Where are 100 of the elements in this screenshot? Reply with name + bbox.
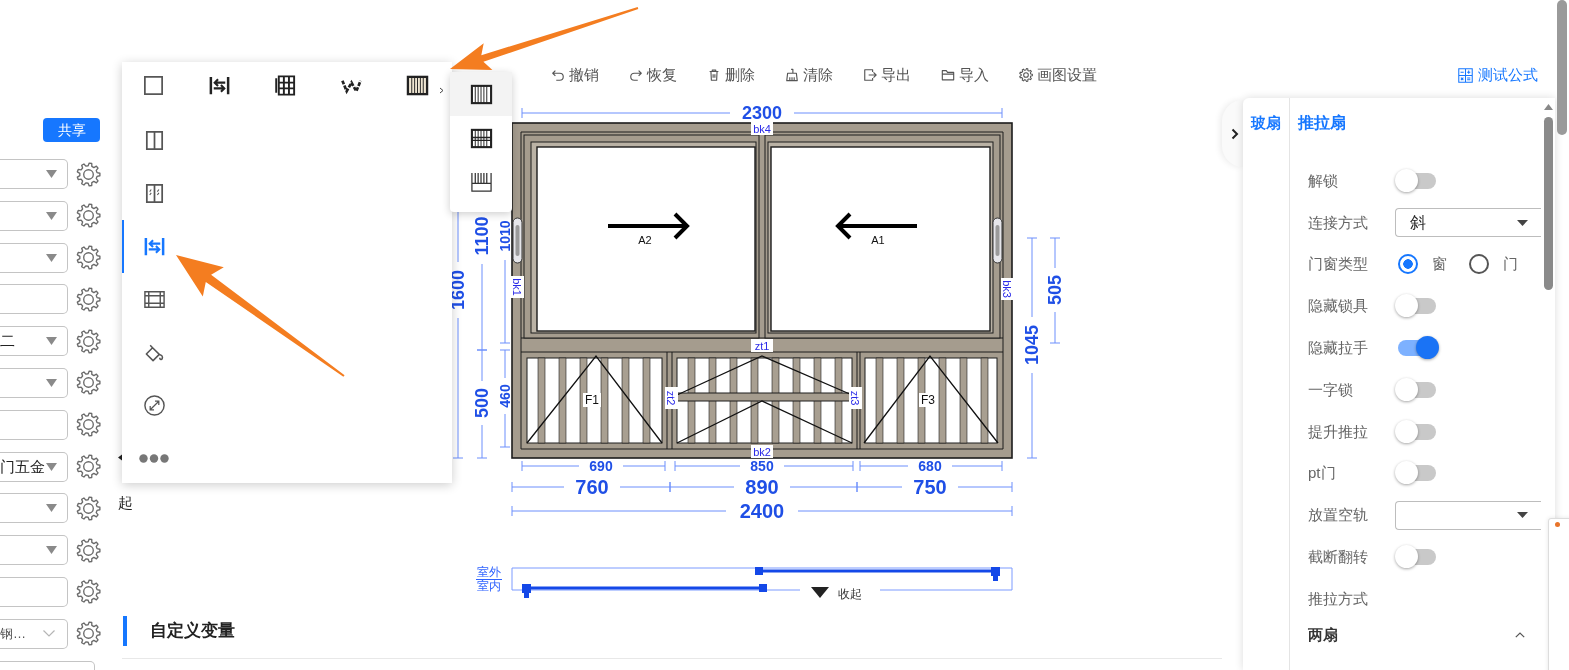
collapse-button[interactable]: 收起 [811,587,862,601]
settings-icon[interactable] [76,454,101,480]
scrollbar-thumb[interactable] [1543,117,1553,290]
dimension-label: 460 [497,384,514,408]
toolbar-button[interactable]: 恢复 [629,65,677,85]
caret-down-icon [46,546,57,555]
field-label: 解锁 [1308,171,1339,190]
select-field[interactable] [1395,500,1541,530]
collapse-label[interactable]: 起 [118,494,133,511]
frame-tag: bk3 [1001,278,1014,300]
settings-icon[interactable] [76,412,101,438]
grid-window-icon [273,73,297,97]
chevron-right-icon [1230,127,1239,140]
select-field[interactable] [0,242,68,273]
caret-down-icon [811,587,829,598]
folder-icon [941,68,955,82]
select-field[interactable] [0,159,68,189]
dimension-label: 680 [918,458,942,475]
radio-button[interactable] [1469,254,1489,275]
settings-icon[interactable] [76,161,101,187]
settings-icon[interactable] [76,286,101,312]
field-label: pt门 [1308,464,1337,483]
settings-icon[interactable] [76,328,101,354]
input-field[interactable] [0,409,68,440]
dimension-label: 760 [575,476,609,499]
select-field[interactable]: 门五金 [0,451,68,482]
more-icon [139,453,169,463]
radio-label[interactable]: 窗 [1432,255,1447,274]
bars-with-band-icon [469,126,493,150]
caret-down-icon [1517,512,1528,519]
select-field[interactable] [0,368,68,398]
dimension-label: 750 [913,476,947,499]
toolbar-button[interactable]: 撤销 [551,65,599,85]
sash-label: A2 [638,234,652,246]
field-label: 截断翻转 [1308,548,1369,567]
dimension-label: 505 [1045,275,1066,305]
panel-title: 推拉扇 [1298,114,1347,132]
scroll-up-arrow-icon[interactable] [1543,104,1553,110]
open-bars-icon [469,170,493,194]
dimension-label: 850 [750,458,774,475]
select-field[interactable] [0,200,68,231]
select-field[interactable] [0,493,68,524]
select-field[interactable]: 斜 [1395,208,1541,238]
export-icon [863,68,877,82]
panel-tab[interactable]: 玻扇 [1251,114,1281,132]
caret-down-icon [46,379,57,387]
dimension-label: 1100 [472,216,493,256]
settings-icon[interactable] [76,245,101,271]
settings-icon[interactable] [76,495,101,521]
input-field[interactable] [0,284,68,315]
select-field[interactable] [0,535,68,566]
caret-down-icon [46,253,57,262]
caret-down-icon [46,504,57,513]
settings-icon[interactable] [76,579,101,605]
caret-down-icon [46,211,57,220]
square-icon [141,73,165,97]
field-label: 一字锁 [1308,380,1354,399]
side-label: 室外 [477,565,501,579]
radio-button[interactable] [1398,254,1418,275]
select-field[interactable]: 钢… [0,618,68,649]
toolbar-button[interactable]: 导入 [941,65,989,85]
chevron-up-icon[interactable] [1515,631,1525,638]
caret-down-icon [1517,219,1528,226]
settings-icon[interactable] [76,203,101,229]
field-label: 提升推拉 [1308,422,1369,441]
toolbar-button[interactable]: 清除 [785,65,833,85]
frame-tag: zt3 [849,387,862,409]
calculator-icon [1457,66,1474,84]
dot-icon [1555,522,1560,527]
settings-icon[interactable] [76,537,101,563]
select-field[interactable]: 二 [0,326,68,357]
settings-icon [1019,68,1033,82]
radio-label[interactable]: 门 [1503,255,1518,274]
menu-item[interactable] [450,72,512,116]
panel-label: F3 [919,393,937,407]
dimension-label: 890 [745,476,779,499]
field-label: 放置空轨 [1308,506,1369,525]
accent-bar [123,616,127,646]
frame-tag: bk2 [751,445,773,458]
field-label: 门窗类型 [1308,255,1369,274]
broom-icon [785,68,799,82]
settings-icon[interactable] [76,621,101,647]
toolbar-button[interactable]: 删除 [707,65,755,85]
caret-down-icon [46,170,57,178]
frame-tag: bk1 [511,276,524,298]
group-title[interactable]: 两扇 [1308,625,1338,644]
panel-label: F1 [583,393,601,407]
frame-tag: zt1 [751,339,773,352]
dimension-label: 2300 [742,103,782,124]
input-field[interactable] [0,576,68,607]
scrollbar-thumb[interactable] [1557,0,1567,135]
section-title: 自定义变量 [150,621,235,641]
formula-button[interactable]: 测试公式 [1457,65,1538,85]
field-label: 隐藏锁具 [1308,297,1369,316]
vertical-bars-icon [469,82,493,106]
share-button[interactable]: 共享 [43,118,100,142]
toolbar-button[interactable]: 导出 [863,65,911,85]
toolbar-button[interactable]: 画图设置 [1019,65,1097,85]
caret-down-icon [46,337,57,346]
settings-icon[interactable] [76,370,101,396]
